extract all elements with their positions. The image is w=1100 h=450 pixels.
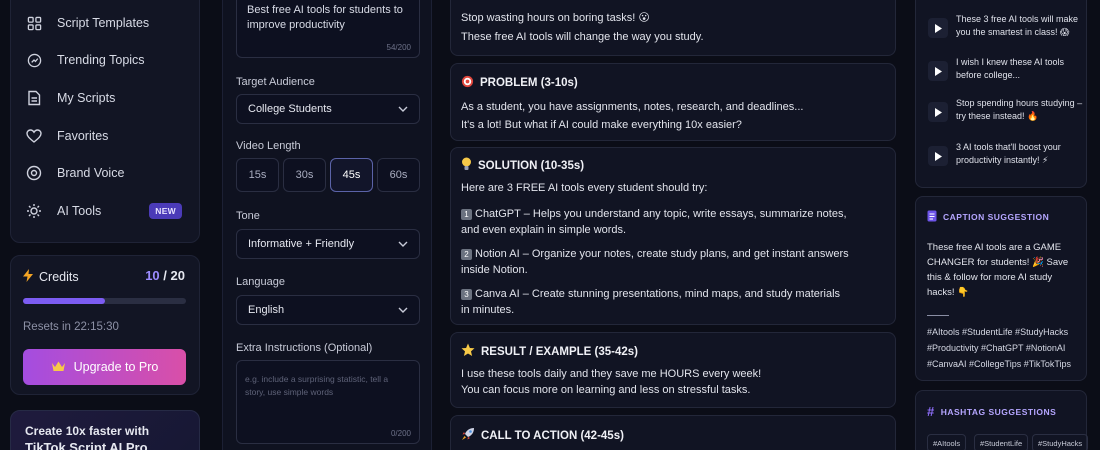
result-text: I use these tools daily and they save me… xyxy=(461,368,762,396)
promo-line1: Create 10x faster with xyxy=(25,424,150,438)
audience-select[interactable]: College Students xyxy=(236,94,420,124)
solution-heading: SOLUTION (10-35s) xyxy=(461,157,584,174)
solution-intro: Here are 3 FREE AI tools every student s… xyxy=(461,182,708,194)
caption-divider xyxy=(927,315,949,316)
play-icon xyxy=(928,61,948,81)
sidebar-item-label: My Scripts xyxy=(57,91,116,105)
sidebar-item-label: Brand Voice xyxy=(57,166,125,180)
topic-value: Best free AI tools for students to impro… xyxy=(247,4,403,31)
upgrade-to-pro-button[interactable]: Upgrade to Pro xyxy=(23,349,186,385)
problem-heading: PROBLEM (3-10s) xyxy=(461,75,578,91)
sidebar-item-my-scripts[interactable]: My Scripts xyxy=(25,84,190,112)
hash-icon: # xyxy=(927,404,935,419)
hashtag-title: # HASHTAG SUGGESTIONS xyxy=(927,404,1057,419)
extra-instructions-textarea[interactable]: e.g. include a surprising statistic, tel… xyxy=(236,360,420,444)
video-idea-item[interactable]: 3 AI tools that'll boost your productivi… xyxy=(928,141,1083,167)
hashtag-chip[interactable]: #AItools xyxy=(927,434,967,450)
chevron-down-icon xyxy=(398,103,408,115)
caption-text[interactable]: These free AI tools are a GAME CHANGER f… xyxy=(927,240,1077,300)
tone-select[interactable]: Informative + Friendly xyxy=(236,229,420,259)
length-option-30s[interactable]: 30s xyxy=(283,158,326,192)
play-icon xyxy=(928,146,948,166)
sparkle-icon xyxy=(25,202,43,220)
extra-char-count: 0/200 xyxy=(390,429,411,438)
solution-tool-2: 2 Notion AI – Organize your notes, create… xyxy=(461,248,849,276)
cta-section: CALL TO ACTION (42-45s) xyxy=(450,415,896,450)
sidebar-item-trending-topics[interactable]: Trending Topics xyxy=(25,46,190,74)
rocket-icon xyxy=(461,427,475,444)
length-option-15s[interactable]: 15s xyxy=(236,158,279,192)
length-option-45s[interactable]: 45s xyxy=(330,158,373,192)
caption-title: CAPTION SUGGESTION xyxy=(927,210,1049,224)
audience-label: Target Audience xyxy=(236,76,315,88)
crown-icon xyxy=(51,360,66,375)
video-idea-item[interactable]: These 3 free AI tools will make you the … xyxy=(928,13,1083,39)
solution-tool-1: 1 ChatGPT – Helps you understand any topi… xyxy=(461,208,847,236)
chevron-down-icon xyxy=(398,304,408,316)
brand-icon xyxy=(25,164,43,182)
hashtag-chip[interactable]: #StudentLife xyxy=(974,434,1029,450)
sidebar-item-ai-tools[interactable]: AI Tools NEW xyxy=(25,197,190,225)
credits-progress-fill xyxy=(23,298,105,304)
credits-count: 10 / 20 xyxy=(145,268,185,283)
pro-promo-card[interactable]: Create 10x faster with TikTok Script AI … xyxy=(10,410,200,450)
language-select[interactable]: English xyxy=(236,295,420,325)
star-icon xyxy=(461,343,475,360)
document-icon xyxy=(25,89,43,107)
sidebar-nav: Script Templates Trending Topics My Scri… xyxy=(10,0,200,243)
hook-section: Stop wasting hours on boring tasks! 😮 Th… xyxy=(450,0,896,56)
result-heading: RESULT / EXAMPLE (35-42s) xyxy=(461,343,638,360)
lightning-icon xyxy=(23,269,33,285)
sidebar-item-label: AI Tools xyxy=(57,204,102,218)
hashtag-chip[interactable]: #StudyHacks xyxy=(1032,434,1089,450)
problem-section: PROBLEM (3-10s) As a student, you have a… xyxy=(450,63,896,141)
sidebar-item-favorites[interactable]: Favorites xyxy=(25,122,190,150)
sidebar-item-brand-voice[interactable]: Brand Voice xyxy=(25,159,190,187)
grid-icon xyxy=(25,14,43,32)
sidebar-item-label: Favorites xyxy=(57,129,109,143)
number-3-icon: 3 xyxy=(461,289,472,300)
trending-icon xyxy=(25,51,43,69)
credits-progress-bar xyxy=(23,298,186,304)
language-label: Language xyxy=(236,276,285,288)
caption-icon xyxy=(927,210,937,224)
chevron-down-icon xyxy=(398,238,408,250)
topic-char-count: 54/200 xyxy=(386,43,411,52)
topic-textarea[interactable]: Best free AI tools for students to impro… xyxy=(236,0,420,58)
sidebar-item-script-templates[interactable]: Script Templates xyxy=(25,9,190,37)
credits-card: Credits 10 / 20 Resets in 22:15:30 Upgra… xyxy=(10,255,200,395)
credits-reset-text: Resets in 22:15:30 xyxy=(23,321,119,333)
extra-instructions-label: Extra Instructions (Optional) xyxy=(236,342,373,354)
extra-instructions-placeholder: e.g. include a surprising statistic, tel… xyxy=(245,374,389,397)
caption-hashtags: #AItools #StudentLife #StudyHacks #Produ… xyxy=(927,327,1072,369)
length-option-60s[interactable]: 60s xyxy=(377,158,420,192)
solution-section: SOLUTION (10-35s) Here are 3 FREE AI too… xyxy=(450,147,896,325)
credits-title: Credits xyxy=(23,269,79,285)
new-badge: NEW xyxy=(149,203,182,219)
promo-line2: TikTok Script AI Pro xyxy=(25,440,148,450)
sidebar-item-label: Trending Topics xyxy=(57,53,145,67)
video-idea-item[interactable]: Stop spending hours studying – try these… xyxy=(928,97,1083,123)
hashtag-suggestions-panel: # HASHTAG SUGGESTIONS #AItools #StudentL… xyxy=(915,390,1089,450)
caption-suggestion-panel: CAPTION SUGGESTION These free AI tools a… xyxy=(915,196,1087,381)
number-1-icon: 1 xyxy=(461,209,472,220)
result-section: RESULT / EXAMPLE (35-42s) I use these to… xyxy=(450,332,896,408)
tone-label: Tone xyxy=(236,210,260,222)
play-icon xyxy=(928,102,948,122)
hook-text: Stop wasting hours on boring tasks! 😮 Th… xyxy=(461,12,704,43)
problem-text: As a student, you have assignments, note… xyxy=(461,101,804,131)
heart-icon xyxy=(25,127,43,145)
solution-tool-3: 3 Canva AI – Create stunning presentation… xyxy=(461,288,841,316)
video-length-label: Video Length xyxy=(236,140,301,152)
video-ideas-panel: These 3 free AI tools will make you the … xyxy=(915,0,1087,188)
sidebar-item-label: Script Templates xyxy=(57,16,150,30)
cta-heading: CALL TO ACTION (42-45s) xyxy=(461,427,624,444)
number-2-icon: 2 xyxy=(461,249,472,260)
lightbulb-icon xyxy=(461,157,472,174)
play-icon xyxy=(928,18,948,38)
video-idea-item[interactable]: I wish I knew these AI tools before coll… xyxy=(928,56,1083,82)
target-icon xyxy=(461,75,474,91)
